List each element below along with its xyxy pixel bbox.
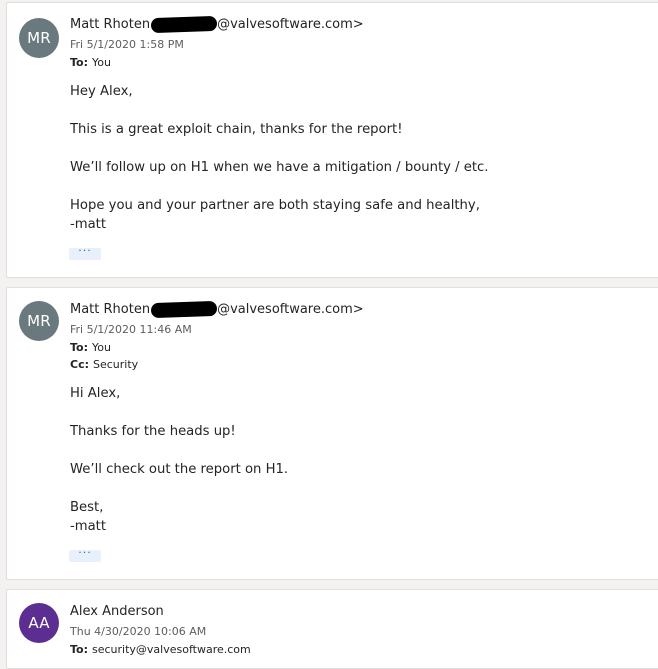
to-label: To: — [70, 341, 88, 354]
body-line: Best, — [70, 500, 104, 515]
sender-name: Matt Rhoten — [70, 17, 151, 32]
cc-recipients: Cc: Security — [70, 358, 138, 371]
avatar[interactable]: AA — [19, 603, 59, 643]
to-value[interactable]: You — [92, 341, 111, 354]
sender-email: @valvesoftware.com> — [217, 17, 364, 32]
body-line: -matt — [70, 519, 107, 534]
to-value[interactable]: You — [92, 56, 111, 69]
body-line: We’ll follow up on H1 when we have a mit… — [70, 160, 489, 175]
message-date: Fri 5/1/2020 11:46 AM — [70, 323, 192, 336]
avatar[interactable]: MR — [19, 18, 59, 58]
body-line: We’ll check out the report on H1. — [70, 462, 289, 477]
email-message-2[interactable]: MR Matt Rhoten @valvesoftware.com> Fri 5… — [6, 287, 658, 580]
body-line: Hey Alex, — [70, 84, 133, 99]
cc-label: Cc: — [70, 358, 89, 371]
body-line: This is a great exploit chain, thanks fo… — [70, 122, 403, 137]
to-recipients: To: You — [70, 341, 111, 354]
to-label: To: — [70, 56, 88, 69]
avatar[interactable]: MR — [19, 301, 59, 341]
message-date: Thu 4/30/2020 10:06 AM — [70, 625, 207, 638]
to-label: To: — [70, 643, 88, 656]
body-line: -matt — [70, 217, 107, 232]
body-line: Thanks for the heads up! — [70, 424, 236, 439]
to-recipients: To: You — [70, 56, 111, 69]
body-line: Hi Alex, — [70, 386, 121, 401]
show-more-button[interactable]: ··· — [69, 547, 101, 562]
redaction-mark — [150, 15, 218, 34]
email-message-1[interactable]: MR Matt Rhoten @valvesoftware.com> Fri 5… — [6, 2, 658, 278]
show-more-button[interactable]: ··· — [69, 245, 101, 260]
sender[interactable]: Matt Rhoten @valvesoftware.com> — [70, 15, 364, 34]
cc-value[interactable]: Security — [93, 358, 138, 371]
sender[interactable]: Alex Anderson — [70, 604, 164, 619]
sender-email: @valvesoftware.com> — [217, 302, 364, 317]
redaction-mark — [150, 300, 218, 319]
to-recipients: To: security@valvesoftware.com — [70, 643, 251, 656]
sender-name: Matt Rhoten — [70, 302, 151, 317]
message-date: Fri 5/1/2020 1:58 PM — [70, 38, 184, 51]
body-line: Hope you and your partner are both stayi… — [70, 198, 480, 213]
email-message-3[interactable]: AA Alex Anderson Thu 4/30/2020 10:06 AM … — [6, 589, 658, 669]
sender[interactable]: Matt Rhoten @valvesoftware.com> — [70, 300, 364, 319]
to-value[interactable]: security@valvesoftware.com — [92, 643, 251, 656]
sender-name: Alex Anderson — [70, 604, 164, 619]
